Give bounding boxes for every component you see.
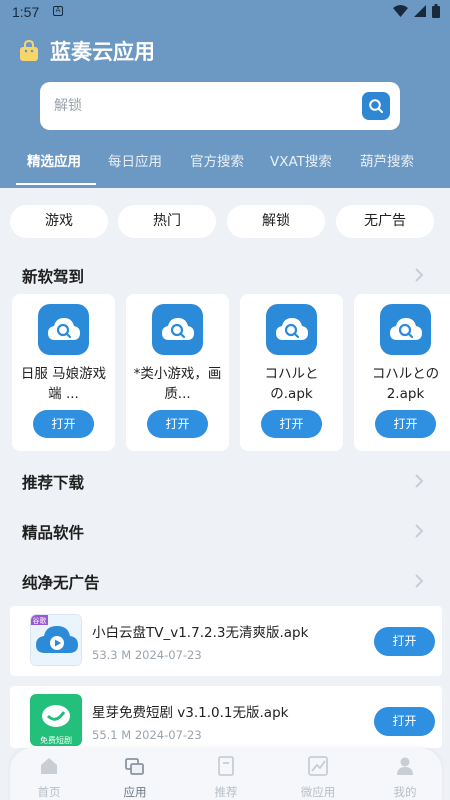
bottom-navigation: 首页 应用 推荐 微应用 我的 (10, 748, 442, 800)
section-title-recommended: 推荐下载 (22, 474, 85, 492)
cloud-search-icon (380, 304, 431, 355)
list-item-name: 小白云盘TV_v1.7.2.3无清爽版.apk (92, 625, 309, 641)
list-item[interactable]: 免费短剧 星芽免费短剧 v3.1.0.1无版.apk 55.1 M 2024-0… (10, 686, 442, 748)
category-tabs: 精选应用 每日应用 官方搜索 VXAT搜索 葫芦搜索 (0, 150, 450, 188)
app-card[interactable]: コハルとの.apk 打开 (240, 294, 343, 451)
nav-label: 微应用 (300, 785, 336, 799)
app-card[interactable]: コハルとの2.apk 打开 (354, 294, 450, 451)
chip-games[interactable]: 游戏 (10, 205, 108, 238)
chip-popular[interactable]: 热门 (118, 205, 216, 238)
chip-ad-free[interactable]: 无广告 (336, 205, 434, 238)
notification-icon: A (53, 6, 63, 16)
xiaobai-cloud-icon: 谷歌 (30, 614, 82, 666)
app-title: 蓝奏云应用 (50, 40, 155, 64)
search-icon (369, 99, 383, 113)
open-button[interactable]: 打开 (33, 410, 94, 438)
wifi-icon (393, 5, 408, 17)
tab-vxat-search[interactable]: VXAT搜索 (270, 150, 332, 170)
search-button[interactable] (362, 92, 390, 120)
open-button[interactable]: 打开 (147, 410, 208, 438)
tab-hulu-search[interactable]: 葫芦搜索 (360, 150, 414, 170)
app-name: コハルとの2.apk (371, 366, 440, 402)
thumb-caption: 免费短剧 (40, 735, 72, 745)
tab-daily-apps[interactable]: 每日应用 (108, 150, 162, 170)
cloud-search-icon (266, 304, 317, 355)
nav-label: 应用 (123, 785, 147, 799)
search-input[interactable] (54, 94, 354, 118)
nav-recommend[interactable]: 推荐 (191, 748, 261, 800)
app-card[interactable]: *类小游戏，画质... 打开 (126, 294, 229, 451)
battery-icon (432, 4, 440, 18)
app-name: コハルとの.apk (264, 366, 319, 402)
open-button[interactable]: 打开 (261, 410, 322, 438)
app-card[interactable]: 日服 马娘游戏端 ... 打开 (12, 294, 115, 451)
xingya-drama-icon: 免费短剧 (30, 694, 82, 746)
status-time: 1:57 (12, 4, 40, 20)
apps-icon (125, 758, 144, 775)
chevron-right-icon[interactable] (413, 573, 425, 589)
home-icon (41, 758, 57, 774)
list-item[interactable]: 谷歌 小白云盘TV_v1.7.2.3无清爽版.apk 53.3 M 2024-0… (10, 606, 442, 676)
app-title-row: 蓝奏云应用 (18, 36, 155, 66)
chevron-right-icon[interactable] (413, 473, 425, 489)
nav-label: 推荐 (214, 785, 238, 799)
section-title-new-arrivals: 新软驾到 (22, 268, 85, 286)
nav-label: 首页 (37, 785, 61, 799)
cloud-search-icon (38, 304, 89, 355)
section-title-premium: 精品软件 (22, 524, 85, 542)
open-button[interactable]: 打开 (374, 627, 435, 656)
tab-official-search[interactable]: 官方搜索 (190, 150, 244, 170)
chevron-right-icon[interactable] (413, 523, 425, 539)
app-header: 1:57 A 蓝奏云应用 精选应用 每日应用 官方搜索 VXAT搜索 葫芦搜索 (0, 0, 450, 188)
nav-profile[interactable]: 我的 (370, 748, 440, 800)
file-size: 55.1 M (92, 728, 132, 742)
active-tab-indicator (16, 183, 96, 185)
thumb-badge: 谷歌 (33, 616, 47, 625)
list-item-meta: 53.3 M 2024-07-23 (92, 648, 202, 662)
nav-home[interactable]: 首页 (14, 748, 84, 800)
app-name: 日服 马娘游戏端 ... (20, 366, 107, 402)
user-icon (397, 757, 413, 775)
chip-unlock[interactable]: 解锁 (227, 205, 325, 238)
nav-mini-apps[interactable]: 微应用 (283, 748, 353, 800)
tab-featured-apps[interactable]: 精选应用 (27, 150, 81, 170)
list-item-meta: 55.1 M 2024-07-23 (92, 728, 202, 742)
cloud-search-icon (152, 304, 203, 355)
open-button[interactable]: 打开 (374, 707, 435, 736)
file-date: 2024-07-23 (134, 648, 202, 662)
app-name: *类小游戏，画质... (133, 366, 222, 402)
signal-icon (414, 5, 426, 17)
file-date: 2024-07-23 (134, 728, 202, 742)
file-size: 53.3 M (92, 648, 132, 662)
nav-apps[interactable]: 应用 (100, 748, 170, 800)
section-title-ad-free: 纯净无广告 (22, 574, 100, 592)
nav-label: 我的 (393, 785, 417, 799)
chart-icon (308, 756, 328, 776)
open-button[interactable]: 打开 (375, 410, 436, 438)
chevron-right-icon[interactable] (413, 267, 425, 283)
list-item-name: 星芽免费短剧 v3.1.0.1无版.apk (92, 705, 289, 721)
book-icon (218, 756, 234, 776)
status-bar: 1:57 A (0, 0, 450, 24)
shopping-bag-icon (20, 40, 38, 61)
search-bar (40, 82, 400, 130)
